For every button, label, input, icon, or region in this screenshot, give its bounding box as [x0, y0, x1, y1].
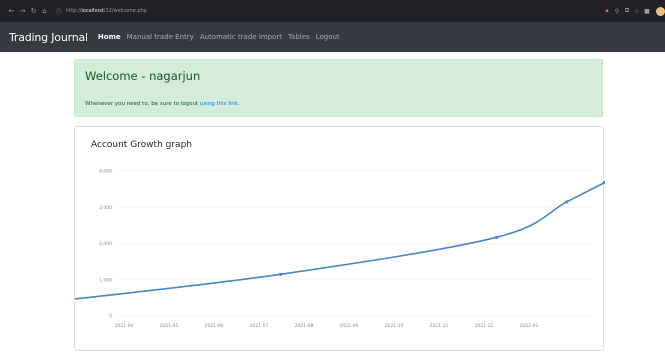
browser-extensions: ⚫ ⚲ ⧉ ☆ ■ [602, 6, 665, 16]
navbar-brand[interactable]: Trading Journal [9, 31, 88, 44]
nav-link-home[interactable]: Home [98, 33, 121, 41]
x-tick-label: 2021-05 [160, 323, 179, 329]
logout-hint-text: Whenever you need to, be sure to logout [85, 101, 200, 107]
back-icon[interactable]: ← [6, 7, 17, 15]
series-line [75, 181, 605, 300]
share-icon[interactable]: ⧉ [622, 7, 632, 15]
forward-icon[interactable]: → [17, 7, 28, 15]
y-tick-label: 4,000 [99, 169, 112, 175]
home-icon[interactable]: ⌂ [39, 7, 50, 15]
welcome-alert: Welcome - nagarjun Whenever you need to,… [74, 59, 603, 117]
nav-link-tables[interactable]: Tables [288, 33, 310, 41]
x-tick-label: 2022-01 [520, 323, 539, 329]
y-tick-label: 3,000 [99, 205, 112, 211]
profile-avatar[interactable] [656, 6, 665, 16]
address-bar[interactable]: ⓘ http://localhost/12/welcome.php [56, 4, 594, 18]
data-point[interactable] [279, 272, 283, 276]
logout-link[interactable]: using this link. [200, 101, 240, 107]
welcome-heading: Welcome - nagarjun [85, 69, 201, 83]
x-tick-label: 2021-09 [340, 323, 359, 329]
x-tick-label: 2021-12 [475, 323, 494, 329]
x-tick-label: 2021-08 [295, 323, 314, 329]
account-growth-card: Account Growth graph 0 1,000 2,000 3,000 4,0… [74, 126, 605, 351]
key-icon[interactable]: ⚫ [602, 8, 612, 15]
url-path: /12/welcome.php [103, 8, 147, 14]
url-host: localhost [81, 8, 104, 14]
y-tick-label: 1,000 [99, 277, 112, 283]
nav-link-manual-trade-entry[interactable]: Manual trade Entry [127, 33, 194, 41]
account-growth-chart: 0 1,000 2,000 3,000 4,000 2021-04 2021-05 2021-… [75, 169, 605, 329]
zoom-icon[interactable]: ⚲ [612, 8, 622, 15]
y-tick-label: 2,000 [99, 241, 112, 247]
nav-link-automatic-trade-import[interactable]: Automatic trade import [200, 33, 282, 41]
reload-icon[interactable]: ↻ [28, 7, 39, 15]
extension-icon[interactable]: ■ [642, 8, 652, 15]
url-prefix: http:// [66, 8, 82, 14]
x-tick-label: 2021-04 [115, 323, 134, 329]
x-tick-label: 2021-07 [250, 323, 269, 329]
browser-nav-buttons: ← → ↻ ⌂ [6, 7, 50, 15]
star-icon[interactable]: ☆ [632, 8, 642, 15]
x-tick-label: 2021-10 [385, 323, 404, 329]
info-icon[interactable]: ⓘ [56, 7, 62, 16]
x-tick-label: 2021-06 [205, 323, 224, 329]
app-navbar: Trading Journal Home Manual trade Entry … [0, 22, 665, 52]
logout-hint: Whenever you need to, be sure to logout … [85, 101, 240, 107]
x-tick-label: 2021-11 [430, 323, 449, 329]
y-tick-label: 0 [109, 314, 112, 320]
nav-link-logout[interactable]: Logout [316, 33, 340, 41]
data-point[interactable] [495, 235, 499, 239]
data-point[interactable] [565, 200, 569, 204]
browser-toolbar: ← → ↻ ⌂ ⓘ http://localhost/12/welcome.ph… [0, 0, 665, 22]
